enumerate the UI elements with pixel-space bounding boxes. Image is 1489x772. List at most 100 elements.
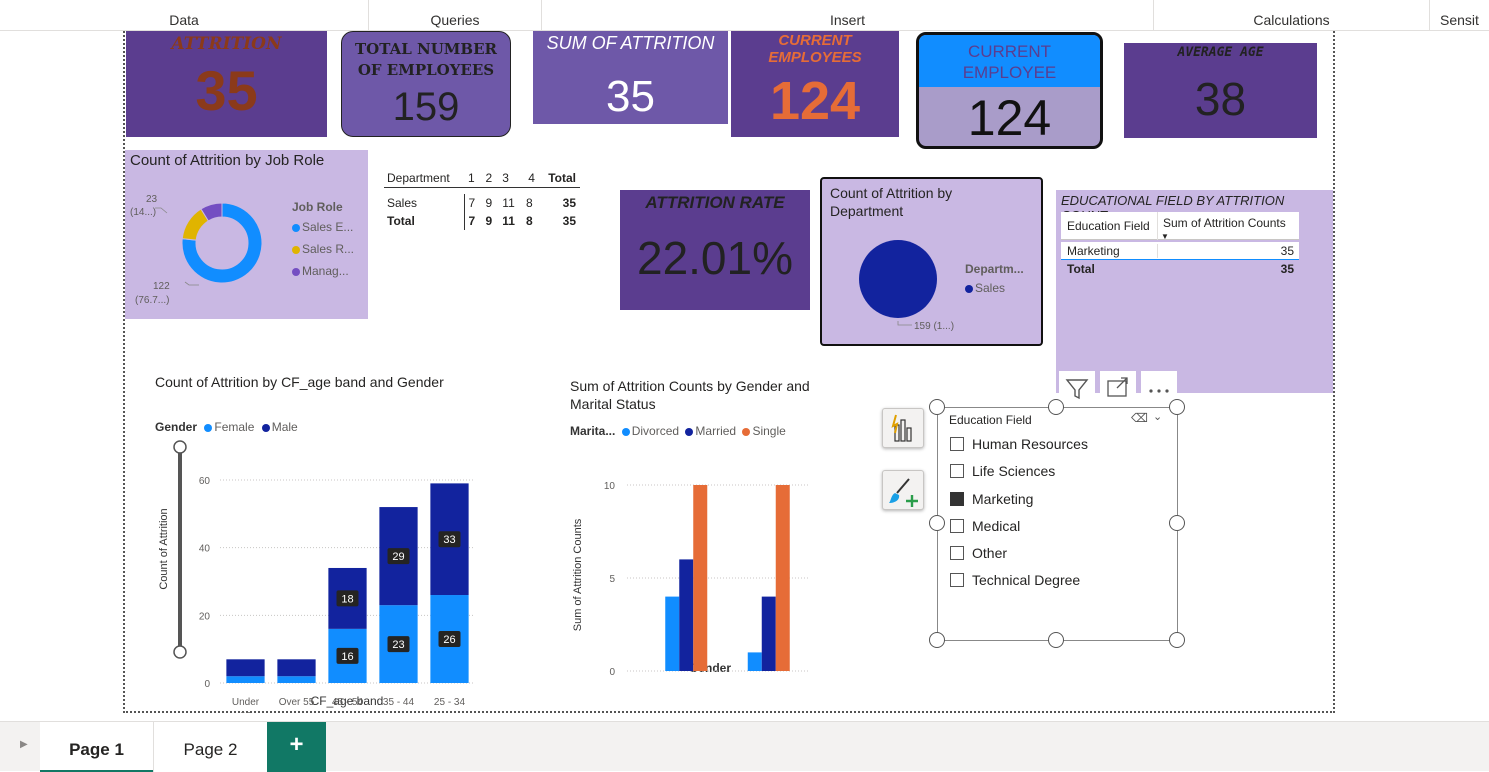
total-employees-card[interactable]: TOTAL NUMBER OF EMPLOYEES 159 (341, 31, 511, 137)
checkbox[interactable] (950, 573, 964, 587)
bar-male[interactable] (226, 659, 265, 677)
matrix-row[interactable]: Sales 7 9 11 8 35 (384, 193, 580, 212)
card-value: 124 (967, 90, 1052, 146)
report-canvas: ATTRITION 35 TOTAL NUMBER OF EMPLOYEES 1… (0, 31, 1489, 721)
department-pie-visual[interactable]: Count of Attrition by Department 159 (1.… (820, 177, 1043, 346)
marital-status-chart[interactable]: Sum of Attrition Counts by Gender and Ma… (565, 373, 825, 678)
zoom-slider-handle-top[interactable] (173, 440, 187, 454)
bar-married[interactable] (679, 559, 694, 671)
resize-handle-right[interactable] (1169, 515, 1185, 531)
legend-item[interactable]: Manag... (292, 264, 354, 278)
legend-item[interactable]: Sales E... (292, 220, 354, 234)
current-employee-card[interactable]: CURRENT EMPLOYEE 124 (916, 32, 1103, 149)
visual-header-toolbar (1059, 371, 1177, 401)
education-field-table-visual[interactable]: EDUCATIONAL FIELD BY ATTRITION COUNT Edu… (1056, 190, 1333, 393)
current-employees-card[interactable]: CURRENT EMPLOYEES 124 (731, 31, 899, 137)
eraser-icon[interactable]: ⌫ (1131, 411, 1148, 425)
chevron-down-icon[interactable]: ⌄ (1153, 410, 1162, 423)
slicer-option[interactable]: Technical Degree (950, 572, 1080, 588)
legend-item[interactable]: Sales R... (292, 242, 354, 256)
tab-page-2[interactable]: Page 2 (153, 722, 267, 772)
ribbon-group-insert[interactable]: Insert (542, 0, 1154, 31)
age-band-gender-chart[interactable]: Count of Attrition by CF_age band and Ge… (150, 368, 490, 713)
checkbox[interactable] (950, 519, 964, 533)
slicer-option[interactable]: Medical (950, 518, 1020, 534)
checkbox[interactable] (950, 546, 964, 560)
sum-of-attrition-card[interactable]: SUM OF ATTRITION 35 (533, 31, 728, 124)
bar-single[interactable] (775, 485, 790, 671)
attrition-rate-card[interactable]: ATTRITION RATE 22.01% (620, 190, 810, 310)
tab-scroll-left-icon[interactable]: ▶ (20, 739, 28, 750)
card-title: AVERAGE AGE (1177, 45, 1264, 60)
legend-title: Departm... (965, 262, 1024, 276)
slicer-option-label: Medical (972, 518, 1021, 534)
matrix-cell: 11 (502, 195, 515, 210)
ribbon-group-sensitivity[interactable]: Sensit (1430, 0, 1489, 31)
column-header[interactable]: Sum of Attrition Counts ▼ (1158, 212, 1299, 241)
bar-female[interactable] (226, 676, 265, 683)
checkbox[interactable] (950, 437, 964, 451)
table-row[interactable]: Marketing 35 (1061, 242, 1299, 260)
format-visual-icon[interactable] (882, 470, 924, 510)
page-tabs-bar: ▶ Page 1 Page 2 + (0, 721, 1489, 772)
slicer-option[interactable]: Other (950, 545, 1007, 561)
matrix-cell: Total (387, 213, 415, 228)
ribbon-label: Insert (829, 12, 865, 28)
job-role-donut-visual[interactable]: Count of Attrition by Job Role 23 (14...… (125, 150, 368, 319)
x-tick-label: 25 - 34 (434, 697, 466, 708)
legend-marker (292, 223, 300, 232)
add-page-button[interactable]: + (267, 722, 326, 772)
average-age-card[interactable]: AVERAGE AGE 38 (1124, 43, 1317, 138)
card-value: 22.01% (636, 232, 793, 284)
resize-handle-top-left[interactable] (929, 399, 945, 415)
bar-female[interactable] (277, 676, 316, 683)
matrix-total-row[interactable]: Total 7 9 11 8 35 (384, 211, 580, 230)
tab-page-1[interactable]: Page 1 (40, 722, 153, 772)
column-header[interactable]: Education Field (1061, 211, 1158, 240)
checkbox-checked[interactable] (950, 492, 964, 506)
resize-handle-left[interactable] (929, 515, 945, 531)
more-options-icon[interactable] (1141, 371, 1177, 401)
column-header-label: Sum of Attrition Counts (1163, 215, 1286, 230)
bar-single[interactable] (693, 485, 708, 671)
ribbon-group-calculations[interactable]: Calculations (1154, 0, 1430, 31)
matrix-cell: Sales (387, 195, 418, 210)
y-tick-label: 10 (604, 481, 616, 492)
pie-slice-sales[interactable] (859, 240, 937, 318)
attrition-card[interactable]: ATTRITION 35 (126, 31, 327, 137)
department-matrix[interactable]: Department 1 2 3 4 Total Sales 7 9 11 8 … (384, 169, 580, 230)
age-chart-plot: Count of Attrition CF_age band 0204060Un… (158, 440, 475, 713)
zoom-slider-handle-bottom[interactable] (173, 645, 187, 659)
legend-label: Sales (975, 281, 1006, 295)
ribbon-group-queries[interactable]: Queries (369, 0, 542, 31)
checkbox[interactable] (950, 464, 964, 478)
slicer-option[interactable]: Marketing (950, 491, 1033, 507)
data-label: 29 (392, 551, 404, 563)
matrix-header: Department (387, 171, 450, 185)
card-title: SUM OF ATTRITION (546, 33, 715, 53)
legend-item[interactable]: Sales (965, 281, 1024, 295)
card-value: 38 (1194, 73, 1247, 125)
resize-handle-bottom-right[interactable] (1169, 632, 1185, 648)
matrix-header-row: Department 1 2 3 4 Total (384, 169, 580, 188)
focus-mode-icon[interactable] (1100, 371, 1136, 401)
filter-icon[interactable] (1059, 371, 1095, 401)
education-field-slicer[interactable]: Education Field ⌫ ⌄ Human Resources Life… (937, 407, 1178, 641)
resize-handle-top[interactable] (1048, 399, 1064, 415)
ribbon-label: Queries (430, 12, 480, 28)
ribbon-group-data[interactable]: Data (0, 0, 369, 31)
bar-divorced[interactable] (665, 596, 680, 671)
slicer-option[interactable]: Life Sciences (950, 463, 1055, 479)
resize-handle-bottom-left[interactable] (929, 632, 945, 648)
slicer-option[interactable]: Human Resources (950, 436, 1088, 452)
resize-handle-bottom[interactable] (1048, 632, 1064, 648)
matrix-header: 1 (468, 171, 475, 185)
bar-divorced[interactable] (747, 652, 762, 671)
matrix-table: Department 1 2 3 4 Total Sales 7 9 11 8 … (384, 169, 580, 230)
matrix-cell: 11 (502, 213, 515, 228)
legend-label: Sales R... (302, 242, 355, 256)
bar-married[interactable] (761, 596, 776, 671)
build-visual-icon[interactable] (882, 408, 924, 448)
bar-male[interactable] (277, 659, 316, 677)
resize-handle-top-right[interactable] (1169, 399, 1185, 415)
